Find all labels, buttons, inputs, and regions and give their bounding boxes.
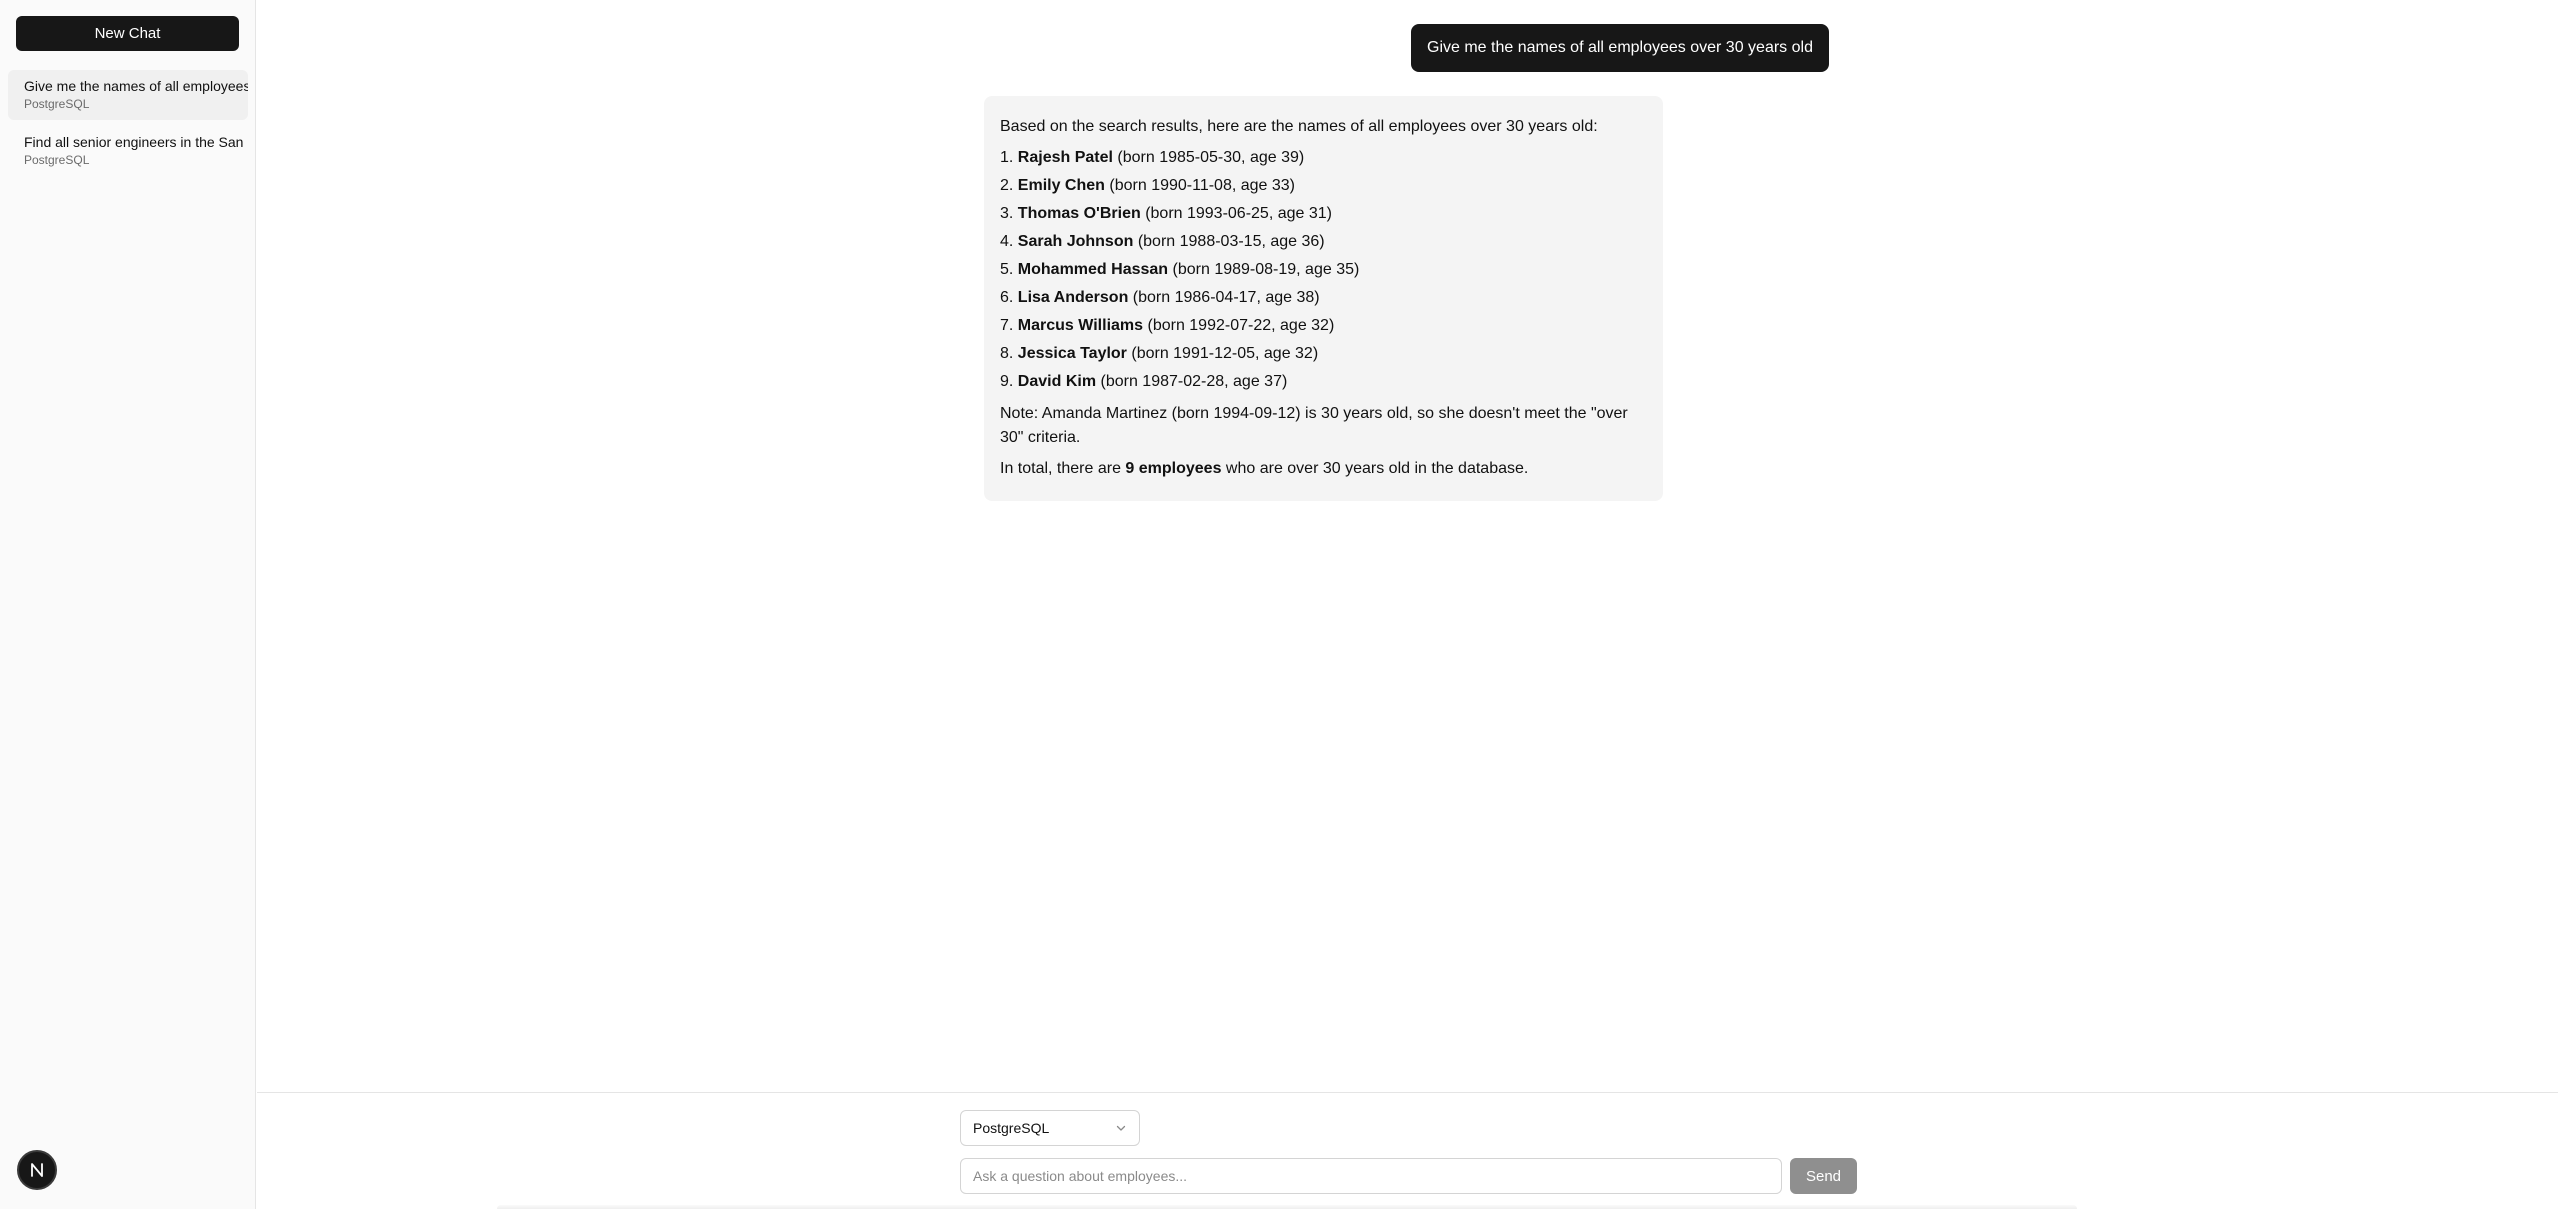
composer-shadow [497, 1205, 2077, 1209]
chat-history-list: Give me the names of all employees over … [8, 70, 248, 182]
employee-detail: (born 1987-02-28, age 37) [1100, 373, 1288, 390]
total-prefix: In total, there are [1000, 460, 1126, 477]
employee-detail: (born 1986-04-17, age 38) [1132, 289, 1320, 306]
employee-detail: (born 1989-08-19, age 35) [1172, 261, 1360, 278]
assistant-intro: Based on the search results, here are th… [1000, 118, 1598, 135]
assistant-total: In total, there are 9 employees who are … [1000, 457, 1647, 481]
chevron-down-icon [1116, 1125, 1126, 1131]
chat-history-title: Find all senior engineers in the San Fra… [24, 134, 248, 150]
employee-detail: (born 1992-07-22, age 32) [1147, 317, 1335, 334]
employee-name: Mohammed Hassan [1017, 261, 1169, 278]
list-number: 3. [1000, 205, 1014, 222]
employee-name: Sarah Johnson [1017, 233, 1134, 250]
list-item: 1. Rajesh Patel (born 1985-05-30, age 39… [1000, 144, 1647, 172]
total-count: 9 employees [1125, 460, 1222, 477]
employee-detail: (born 1991-12-05, age 32) [1131, 345, 1319, 362]
employee-name: Thomas O'Brien [1017, 205, 1141, 222]
assistant-message: Based on the search results, here are th… [984, 96, 1663, 501]
employee-detail: (born 1993-06-25, age 31) [1145, 205, 1332, 222]
database-select[interactable]: PostgreSQL [960, 1110, 1140, 1146]
database-select-value: PostgreSQL [973, 1120, 1050, 1136]
employee-name: Lisa Anderson [1017, 289, 1129, 306]
list-item: 3. Thomas O'Brien (born 1993-06-25, age … [1000, 200, 1647, 228]
list-item: 4. Sarah Johnson (born 1988-03-15, age 3… [1000, 228, 1647, 256]
employee-detail: (born 1988-03-15, age 36) [1137, 233, 1325, 250]
employee-detail: (born 1990-11-08, age 33) [1109, 177, 1295, 194]
sidebar: New Chat Give me the names of all employ… [0, 0, 256, 1209]
employee-name: Marcus Williams [1017, 317, 1144, 334]
assistant-note: Note: Amanda Martinez (born 1994-09-12) … [1000, 405, 1628, 446]
list-number: 6. [1000, 289, 1014, 306]
question-input[interactable] [960, 1158, 1782, 1194]
list-number: 7. [1000, 317, 1014, 334]
list-number: 1. [1000, 149, 1014, 166]
employee-name: David Kim [1017, 373, 1097, 390]
chat-history-title: Give me the names of all employees over … [24, 78, 248, 94]
employee-name: Jessica Taylor [1017, 345, 1127, 362]
employee-detail: (born 1985-05-30, age 39) [1117, 149, 1305, 166]
chat-history-source: PostgreSQL [24, 153, 90, 167]
chat-history-source: PostgreSQL [24, 97, 90, 111]
list-item: 5. Mohammed Hassan (born 1989-08-19, age… [1000, 256, 1647, 284]
list-item: 2. Emily Chen (born 1990-11-08, age 33) [1000, 172, 1647, 200]
list-number: 4. [1000, 233, 1014, 250]
total-suffix: who are over 30 years old in the databas… [1221, 460, 1529, 477]
send-button[interactable]: Send [1790, 1158, 1857, 1194]
list-number: 8. [1000, 345, 1014, 362]
employee-list: 1. Rajesh Patel (born 1985-05-30, age 39… [1000, 144, 1647, 396]
list-number: 9. [1000, 373, 1014, 390]
new-chat-button[interactable]: New Chat [16, 16, 239, 51]
list-item: 6. Lisa Anderson (born 1986-04-17, age 3… [1000, 284, 1647, 312]
composer: PostgreSQL Send [257, 1092, 2558, 1209]
n-logo-glyph [31, 1163, 43, 1177]
list-item: 8. Jessica Taylor (born 1991-12-05, age … [1000, 340, 1647, 368]
list-item: 9. David Kim (born 1987-02-28, age 37) [1000, 368, 1647, 396]
list-item: 7. Marcus Williams (born 1992-07-22, age… [1000, 312, 1647, 340]
n-logo-icon[interactable] [17, 1150, 57, 1190]
list-number: 5. [1000, 261, 1014, 278]
user-message: Give me the names of all employees over … [1411, 24, 1829, 72]
employee-name: Emily Chen [1017, 177, 1105, 194]
chat-history-item[interactable]: Find all senior engineers in the San Fra… [8, 126, 248, 176]
employee-name: Rajesh Patel [1017, 149, 1113, 166]
list-number: 2. [1000, 177, 1014, 194]
conversation-area: Give me the names of all employees over … [257, 0, 2558, 1092]
chat-history-item[interactable]: Give me the names of all employees over … [8, 70, 248, 120]
